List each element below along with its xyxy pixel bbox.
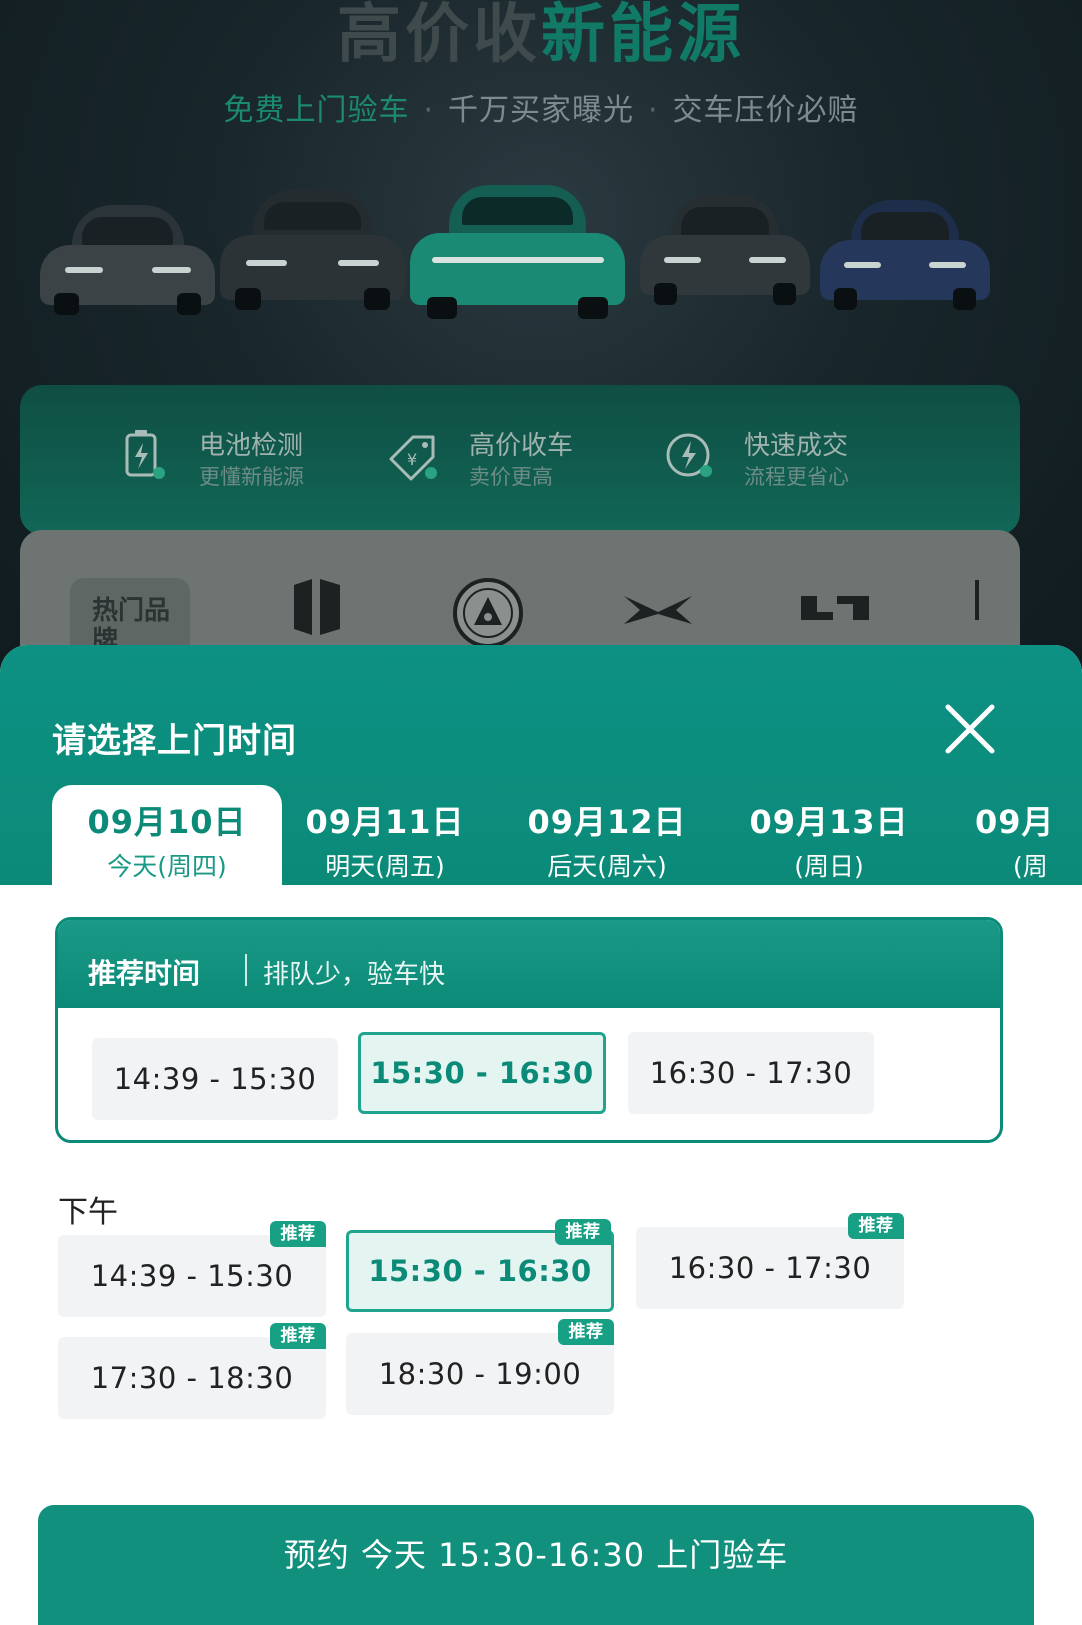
- recommended-slot-selected[interactable]: 15:30 - 16:30: [358, 1032, 606, 1114]
- price-tag-icon: ¥: [389, 435, 437, 481]
- hero-banner: 高价收新能源 免费上门验车 · 千万买家曝光 · 交车压价必赔 电池检测 更懂新…: [0, 0, 1082, 720]
- time-picker-sheet: 请选择上门时间 09月10日 今天(周四) 09月11日 明天(周五) 09月1…: [0, 645, 1082, 1625]
- car-image-featured: [410, 185, 625, 325]
- date-tab-date: 09月: [975, 803, 1055, 841]
- feature-desc: 流程更省心: [744, 465, 849, 489]
- recommended-divider: [245, 954, 247, 986]
- date-tab-weekday: (周: [1013, 852, 1048, 881]
- date-tab-0911[interactable]: 09月11日 明天(周五): [270, 785, 500, 885]
- afternoon-section-label: 下午: [58, 1195, 118, 1230]
- svg-text:¥: ¥: [407, 450, 417, 469]
- date-tab-0914[interactable]: 09月 (周: [975, 785, 1082, 885]
- date-tab-weekday: 今天(周四): [107, 852, 227, 881]
- subtitle-separator: ·: [648, 93, 659, 128]
- car-image: [40, 205, 215, 315]
- recommend-badge: 推荐: [555, 1219, 611, 1245]
- slot-time: 16:30 - 17:30: [668, 1251, 872, 1285]
- date-tab-weekday: (周日): [794, 852, 864, 881]
- afternoon-slot[interactable]: 16:30 - 17:30 推荐: [636, 1213, 904, 1309]
- sheet-header: 请选择上门时间 09月10日 今天(周四) 09月11日 明天(周五) 09月1…: [0, 645, 1082, 885]
- feature-desc: 更懂新能源: [199, 465, 304, 489]
- hero-title-part1: 高价收: [337, 0, 541, 72]
- sheet-title: 请选择上门时间: [52, 721, 297, 761]
- hero-title-part2: 新能源: [541, 0, 745, 72]
- recommended-slot[interactable]: 16:30 - 17:30: [628, 1032, 874, 1114]
- leapmotor-logo[interactable]: [282, 575, 352, 639]
- brand-strip-more-indicator: [975, 580, 979, 620]
- recommend-badge: 推荐: [270, 1221, 326, 1247]
- slot-time: 14:39 - 15:30: [90, 1259, 294, 1293]
- recommended-slot[interactable]: 14:39 - 15:30: [92, 1038, 338, 1120]
- book-inspection-button[interactable]: 预约 今天 15:30-16:30 上门验车: [38, 1505, 1034, 1625]
- feature-title: 快速成交: [744, 431, 849, 461]
- fast-lightning-icon: [666, 433, 712, 477]
- recommended-note: 排队少，验车快: [263, 960, 446, 990]
- feature-desc: 卖价更高: [469, 465, 553, 489]
- date-tab-date: 09月12日: [527, 803, 687, 841]
- date-tab-date: 09月13日: [749, 803, 909, 841]
- date-tab-date: 09月11日: [305, 803, 465, 841]
- recommend-badge: 推荐: [848, 1213, 904, 1239]
- recommend-badge: 推荐: [558, 1319, 614, 1345]
- hero-subtitle-item: 千万买家曝光: [448, 93, 634, 128]
- car-image: [640, 195, 810, 310]
- afternoon-slot-selected[interactable]: 15:30 - 16:30 推荐: [346, 1219, 614, 1312]
- afternoon-slot[interactable]: 14:39 - 15:30 推荐: [58, 1221, 326, 1317]
- feature-title: 高价收车: [469, 431, 574, 461]
- close-icon[interactable]: [938, 697, 1002, 761]
- subtitle-separator: ·: [423, 93, 434, 128]
- recommended-title: 推荐时间: [88, 957, 201, 990]
- feature-title: 电池检测: [199, 431, 304, 461]
- car-image: [220, 190, 405, 310]
- date-tab-0913[interactable]: 09月13日 (周日): [714, 785, 944, 885]
- date-tab-0912[interactable]: 09月12日 后天(周六): [492, 785, 722, 885]
- car-image: [820, 200, 990, 310]
- car-lineup-image: [0, 185, 1082, 335]
- recommend-badge: 推荐: [270, 1323, 326, 1349]
- date-tab-weekday: 明天(周五): [325, 852, 445, 881]
- date-tabs: 09月10日 今天(周四) 09月11日 明天(周五) 09月12日 后天(周六…: [0, 785, 1082, 885]
- recommended-header: 推荐时间 排队少，验车快: [58, 920, 1000, 1008]
- hero-subtitle-item: 交车压价必赔: [672, 93, 859, 128]
- recommended-slots-box: 推荐时间 排队少，验车快 14:39 - 15:30 15:30 - 16:30…: [55, 917, 1003, 1143]
- features-panel: 电池检测 更懂新能源 ¥ 高价收车 卖价更高 快速成交 流程更省心: [20, 385, 1020, 535]
- hero-title: 高价收新能源: [0, 0, 1082, 70]
- slot-time: 15:30 - 16:30: [368, 1254, 592, 1288]
- slot-time: 18:30 - 19:00: [378, 1357, 582, 1391]
- date-tab-0910[interactable]: 09月10日 今天(周四): [52, 785, 282, 885]
- hero-subtitle-item: 免费上门验车: [223, 93, 410, 128]
- hongqi-logo[interactable]: [450, 575, 526, 651]
- date-tab-weekday: 后天(周六): [547, 852, 667, 881]
- xpeng-logo[interactable]: [620, 590, 696, 630]
- li-auto-logo[interactable]: [795, 590, 875, 626]
- battery-icon: [125, 430, 165, 479]
- hero-subtitle: 免费上门验车 · 千万买家曝光 · 交车压价必赔: [0, 85, 1082, 129]
- afternoon-slot[interactable]: 18:30 - 19:00 推荐: [346, 1319, 614, 1415]
- date-tab-date: 09月10日: [87, 803, 247, 841]
- slot-time: 17:30 - 18:30: [90, 1361, 294, 1395]
- afternoon-slot[interactable]: 17:30 - 18:30 推荐: [58, 1323, 326, 1419]
